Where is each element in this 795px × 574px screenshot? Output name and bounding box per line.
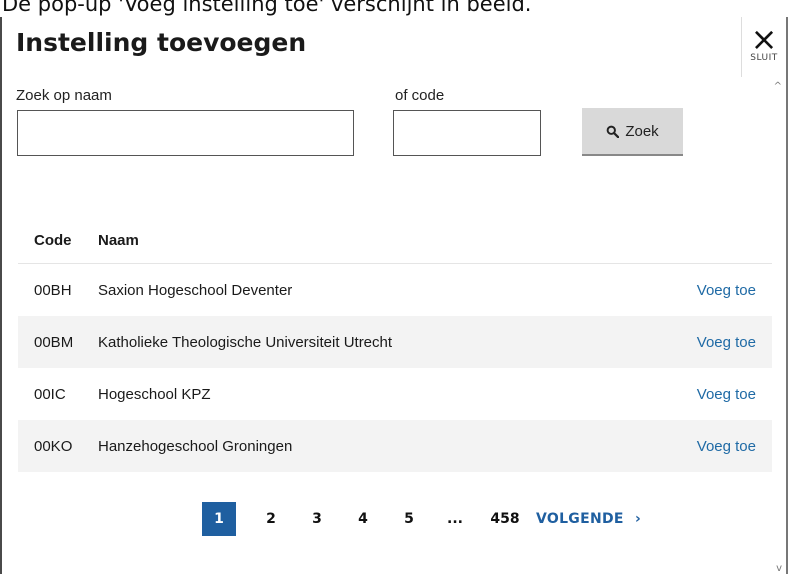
next-page-button[interactable]: VOLGENDE › xyxy=(532,511,641,527)
row-code: 00KO xyxy=(34,437,73,455)
page-button-last[interactable]: 458 xyxy=(478,511,532,527)
code-search-input[interactable] xyxy=(393,110,541,156)
page-button[interactable]: 3 xyxy=(294,511,340,527)
close-icon[interactable]: × xyxy=(742,23,786,55)
page-button[interactable]: 5 xyxy=(386,511,432,527)
row-name: Saxion Hogeschool Deventer xyxy=(98,281,293,299)
name-search-label: Zoek op naam xyxy=(16,87,112,104)
page-button[interactable]: 4 xyxy=(340,511,386,527)
search-button-label: Zoek xyxy=(625,122,659,140)
page-button[interactable]: 2 xyxy=(248,511,294,527)
column-header-code: Code xyxy=(34,231,72,249)
scroll-up-arrow-icon[interactable]: ^ xyxy=(774,81,782,92)
search-icon xyxy=(606,125,620,138)
add-institution-link[interactable]: Voeg toe xyxy=(672,334,772,351)
table-header: Code Naam xyxy=(18,217,772,264)
institution-table: Code Naam 00BH Saxion Hogeschool Devente… xyxy=(18,217,772,472)
modal-title: Instelling toevoegen xyxy=(16,28,307,57)
add-institution-link[interactable]: Voeg toe xyxy=(672,438,772,455)
row-name: Hogeschool KPZ xyxy=(98,385,211,403)
scroll-down-arrow-icon[interactable]: v xyxy=(776,563,782,574)
pagination: 1 2 3 4 5 ... 458 VOLGENDE › xyxy=(202,502,641,536)
add-institution-modal: Instelling toevoegen × SLUIT ^ Zoek op n… xyxy=(0,17,788,574)
table-row: 00BM Katholieke Theologische Universitei… xyxy=(18,316,772,368)
column-header-name: Naam xyxy=(98,231,139,249)
chevron-right-icon: › xyxy=(634,511,642,527)
code-search-label: of code xyxy=(395,87,445,104)
page-ellipsis: ... xyxy=(447,511,463,527)
row-code: 00IC xyxy=(34,385,66,403)
table-row: 00IC Hogeschool KPZ Voeg toe xyxy=(18,368,772,420)
row-code: 00BH xyxy=(34,281,72,299)
row-name: Katholieke Theologische Universiteit Utr… xyxy=(98,333,393,351)
search-button[interactable]: Zoek xyxy=(582,108,683,156)
table-row: 00BH Saxion Hogeschool Deventer Voeg toe xyxy=(18,264,772,316)
page-caption: De pop-up 'Voeg instelling toe' verschij… xyxy=(2,0,532,16)
add-institution-link[interactable]: Voeg toe xyxy=(672,386,772,403)
row-code: 00BM xyxy=(34,333,74,351)
close-label: SLUIT xyxy=(750,53,778,63)
add-institution-link[interactable]: Voeg toe xyxy=(672,282,772,299)
next-page-label: VOLGENDE xyxy=(536,511,624,527)
table-row: 00KO Hanzehogeschool Groningen Voeg toe xyxy=(18,420,772,472)
name-search-input[interactable] xyxy=(17,110,354,156)
close-button[interactable]: × SLUIT xyxy=(741,17,786,77)
page-button-current[interactable]: 1 xyxy=(202,502,236,536)
row-name: Hanzehogeschool Groningen xyxy=(98,437,293,455)
